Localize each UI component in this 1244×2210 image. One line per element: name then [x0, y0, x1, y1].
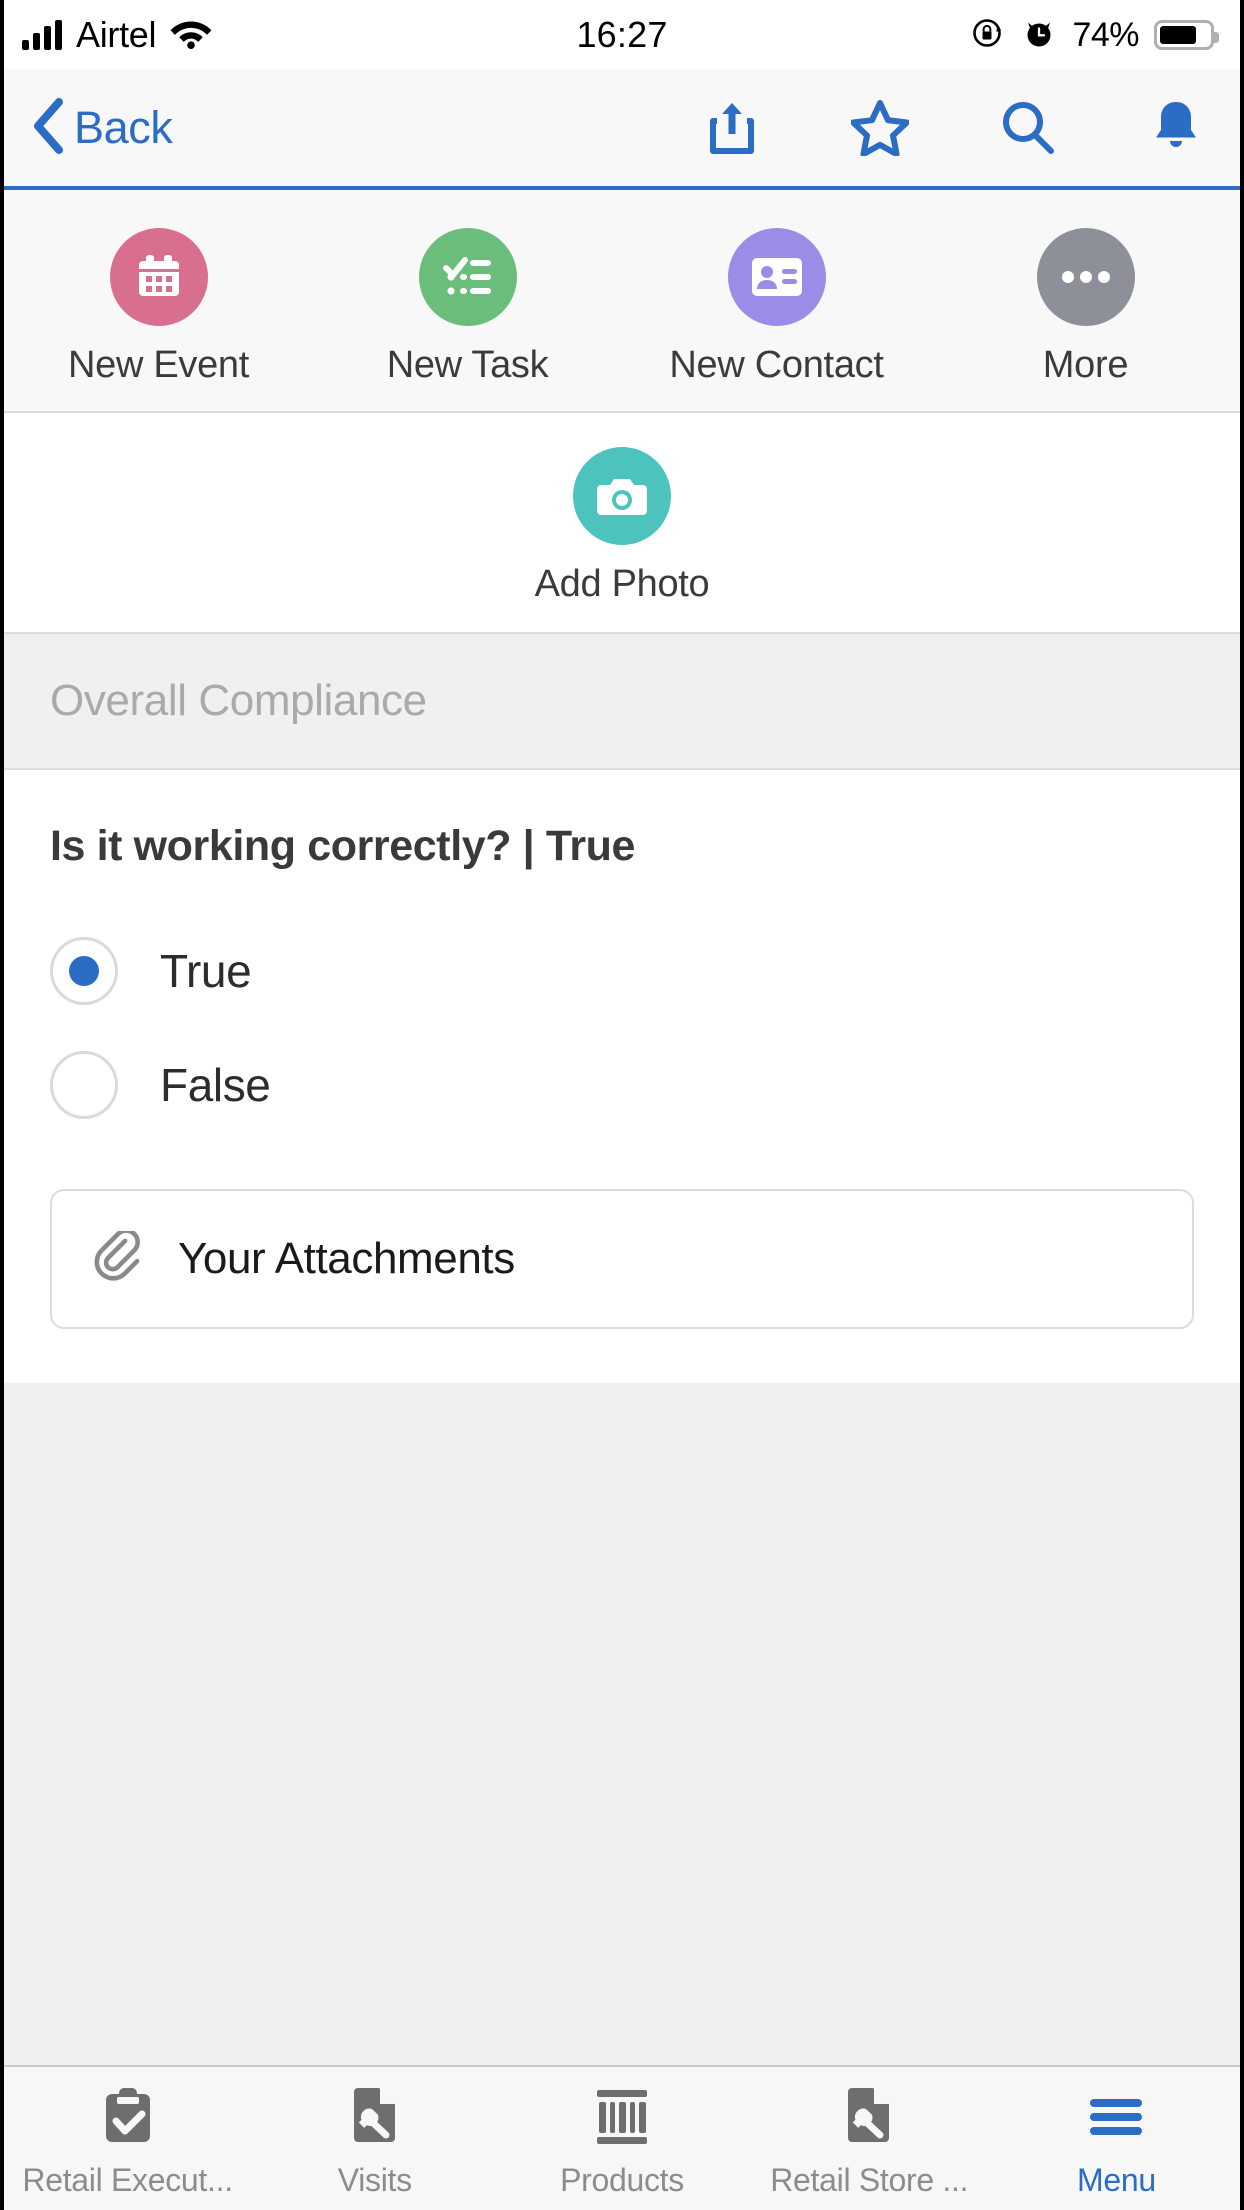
radio-option-true[interactable]: True	[50, 937, 1194, 1005]
ellipsis-icon	[1036, 228, 1135, 326]
star-icon[interactable]	[850, 98, 910, 158]
radio-button-false[interactable]	[50, 1051, 118, 1119]
quick-action-new-contact[interactable]: New Contact	[622, 228, 931, 387]
document-wrench-icon	[348, 2086, 402, 2148]
calendar-icon	[109, 228, 208, 326]
quick-action-label: New Task	[386, 344, 549, 386]
clipboard-check-icon	[100, 2086, 156, 2148]
your-attachments-button[interactable]: Your Attachments	[50, 1189, 1194, 1329]
your-attachments-label: Your Attachments	[178, 1234, 515, 1283]
bell-icon[interactable]	[1146, 98, 1206, 158]
quick-action-label: Add Photo	[534, 563, 710, 605]
status-bar-clock: 16:27	[576, 14, 668, 55]
tab-retail-execution[interactable]: Retail Execut...	[4, 2067, 251, 2210]
back-button[interactable]: Back	[28, 97, 173, 160]
paperclip-icon	[94, 1227, 146, 1288]
barcode-icon	[594, 2086, 650, 2148]
rotation-lock-icon	[970, 15, 1006, 56]
quick-action-new-task[interactable]: New Task	[313, 228, 622, 387]
battery-icon	[1154, 20, 1219, 50]
status-bar-left: Airtel	[22, 14, 212, 56]
hamburger-menu-icon	[1087, 2086, 1145, 2148]
camera-icon	[573, 447, 671, 545]
cellular-signal-icon	[22, 20, 62, 50]
quick-action-new-event[interactable]: New Event	[4, 228, 313, 387]
tab-label: Retail Store ...	[770, 2162, 969, 2198]
app-screen: Airtel 16:27 74% Back New Event New Task…	[0, 0, 1244, 2210]
radio-label-true: True	[160, 945, 252, 997]
alarm-clock-icon	[1021, 15, 1057, 56]
contact-card-icon	[727, 228, 826, 326]
tab-visits[interactable]: Visits	[251, 2067, 498, 2210]
section-header: Overall Compliance	[4, 632, 1240, 770]
quick-actions-row-primary: New Event New Task New Contact More	[4, 190, 1240, 411]
radio-button-true[interactable]	[50, 937, 118, 1005]
section-header-title: Overall Compliance	[50, 676, 427, 725]
tab-menu[interactable]: Menu	[993, 2067, 1240, 2210]
chevron-left-icon	[28, 97, 68, 160]
quick-actions-row-secondary: Add Photo	[4, 411, 1240, 632]
radio-label-false: False	[160, 1059, 271, 1111]
quick-action-more[interactable]: More	[931, 228, 1240, 387]
status-bar: Airtel 16:27 74%	[4, 0, 1240, 70]
nav-bar-actions	[702, 98, 1206, 158]
wifi-icon	[170, 17, 212, 54]
quick-action-label: More	[1042, 344, 1129, 386]
tab-label: Products	[560, 2162, 684, 2198]
question-label: Is it working correctly? | True	[50, 822, 636, 870]
radio-option-false[interactable]: False	[50, 1051, 1194, 1119]
navigation-bar: Back	[4, 70, 1240, 190]
status-bar-right: 74%	[970, 15, 1219, 56]
back-button-label: Back	[74, 102, 173, 153]
tab-retail-store[interactable]: Retail Store ...	[746, 2067, 993, 2210]
radio-selected-dot	[69, 956, 99, 986]
battery-percent: 74%	[1072, 15, 1139, 54]
tab-label: Menu	[1076, 2162, 1156, 2198]
share-icon[interactable]	[702, 98, 762, 158]
carrier-name: Airtel	[76, 14, 157, 55]
checklist-icon	[418, 228, 517, 326]
empty-content-area	[4, 1383, 1240, 2065]
quick-action-label: New Contact	[669, 344, 884, 386]
tab-label: Retail Execut...	[22, 2162, 233, 2198]
quick-action-label: New Event	[67, 344, 250, 386]
compliance-form: Is it working correctly? | True True Fal…	[4, 770, 1240, 1383]
search-icon[interactable]	[998, 98, 1058, 158]
tab-label: Visits	[337, 2162, 412, 2198]
tab-products[interactable]: Products	[498, 2067, 745, 2210]
quick-action-add-photo[interactable]: Add Photo	[467, 447, 778, 606]
document-wrench-icon	[842, 2086, 896, 2148]
bottom-tab-bar: Retail Execut... Visits Products Retail …	[4, 2065, 1240, 2210]
